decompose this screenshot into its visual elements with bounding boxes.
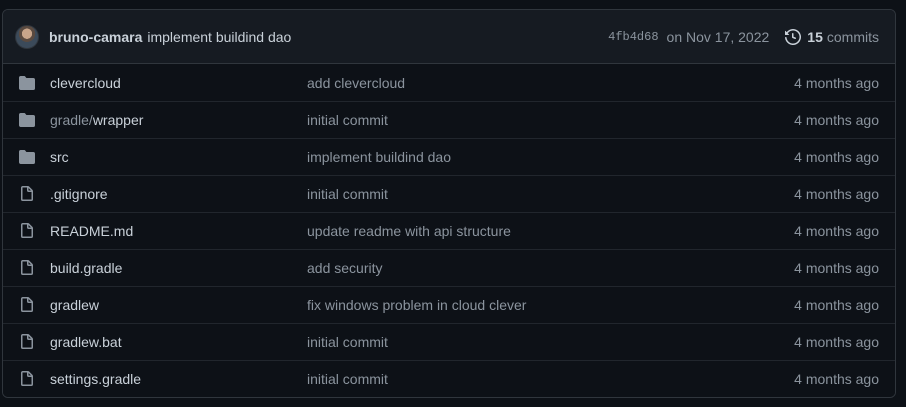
folder-icon [19, 112, 35, 128]
commit-message-link[interactable]: implement buildind dao [147, 29, 291, 45]
file-row[interactable]: .gitignore initial commit 4 months ago [3, 175, 895, 212]
file-commit-message-link[interactable]: initial commit [307, 112, 388, 128]
file-commit-age: 4 months ago [794, 74, 879, 91]
file-name: gradlew.bat [50, 334, 122, 350]
file-name: clevercloud [50, 74, 121, 91]
file-icon [19, 297, 35, 313]
file-commit-message-link[interactable]: implement buildind dao [307, 149, 451, 165]
file-name: gradlew [50, 297, 100, 313]
file-name-link[interactable]: README.md [50, 223, 133, 239]
folder-icon [19, 149, 35, 165]
file-commit-message-link[interactable]: initial commit [307, 371, 388, 387]
commit-author-link[interactable]: bruno-camara [49, 29, 142, 45]
file-icon [19, 186, 35, 202]
file-icon [19, 223, 35, 239]
file-commit-message-link[interactable]: initial commit [307, 186, 388, 202]
folder-icon [19, 75, 35, 91]
file-name-link[interactable]: src [50, 149, 69, 165]
file-row[interactable]: README.md update readme with api structur… [3, 212, 895, 249]
file-commit-age: 4 months ago [794, 371, 879, 387]
avatar[interactable] [15, 24, 39, 49]
file-commit-age: 4 months ago [794, 297, 879, 313]
file-row[interactable]: src implement buildind dao 4 months ago [3, 138, 895, 175]
commits-label: commits [826, 28, 879, 45]
file-name-link[interactable]: gradlew [50, 297, 99, 313]
file-row[interactable]: gradlew fix windows problem in cloud clev… [3, 286, 895, 323]
file-commit-age: 4 months ago [794, 260, 879, 276]
latest-commit-bar: bruno-camara implement buildind dao 4fb4… [3, 10, 895, 64]
file-icon [19, 260, 35, 276]
commits-link[interactable]: 15 commits [785, 29, 879, 45]
file-row[interactable]: build.gradle add security 4 months ago [3, 249, 895, 286]
file-commit-message-link[interactable]: add security [307, 260, 382, 276]
file-name-link[interactable]: gradlew.bat [50, 334, 122, 350]
file-name-link[interactable]: gradle/wrapper [50, 112, 143, 128]
file-name: build.gradle [50, 260, 123, 276]
file-name-link[interactable]: .gitignore [50, 186, 108, 202]
file-commit-age: 4 months ago [794, 223, 879, 239]
commit-date: on Nov 17, 2022 [666, 28, 770, 45]
file-row[interactable]: gradlew.bat initial commit 4 months ago [3, 323, 895, 360]
file-name: .gitignore [50, 186, 108, 202]
file-commit-age: 4 months ago [794, 112, 879, 128]
file-commit-message-link[interactable]: fix windows problem in cloud clever [307, 297, 526, 313]
file-commit-age: 4 months ago [794, 334, 879, 350]
file-commit-age: 4 months ago [794, 186, 879, 202]
commit-sha-link[interactable]: 4fb4d68 [608, 30, 658, 44]
file-name: src [50, 149, 69, 165]
file-icon [19, 334, 35, 350]
file-row[interactable]: clevercloud add clevercloud 4 months ago [3, 64, 895, 101]
file-name: README.md [50, 223, 134, 239]
file-commit-message-link[interactable]: update readme with api structure [307, 223, 511, 239]
file-commit-age: 4 months ago [794, 149, 879, 165]
file-name-link[interactable]: build.gradle [50, 260, 122, 276]
file-row[interactable]: settings.gradle initial commit 4 months ag… [3, 360, 895, 397]
file-browser: bruno-camara implement buildind dao 4fb4… [2, 9, 896, 398]
file-name: settings.gradle [50, 371, 142, 387]
file-commit-message-link[interactable]: add clevercloud [307, 75, 405, 91]
file-name-link[interactable]: settings.gradle [50, 371, 141, 387]
file-icon [19, 371, 35, 387]
history-icon [785, 28, 802, 45]
file-name: wrapper [92, 112, 144, 128]
path-prefix: gradle/ [50, 112, 93, 128]
commits-count: 15 [807, 28, 823, 45]
file-row[interactable]: gradle/wrapper initial commit 4 months ago [3, 101, 895, 138]
file-commit-message-link[interactable]: initial commit [307, 334, 388, 350]
file-name-link[interactable]: clevercloud [50, 75, 121, 91]
file-list: clevercloud add clevercloud 4 months ago gr… [3, 64, 895, 397]
